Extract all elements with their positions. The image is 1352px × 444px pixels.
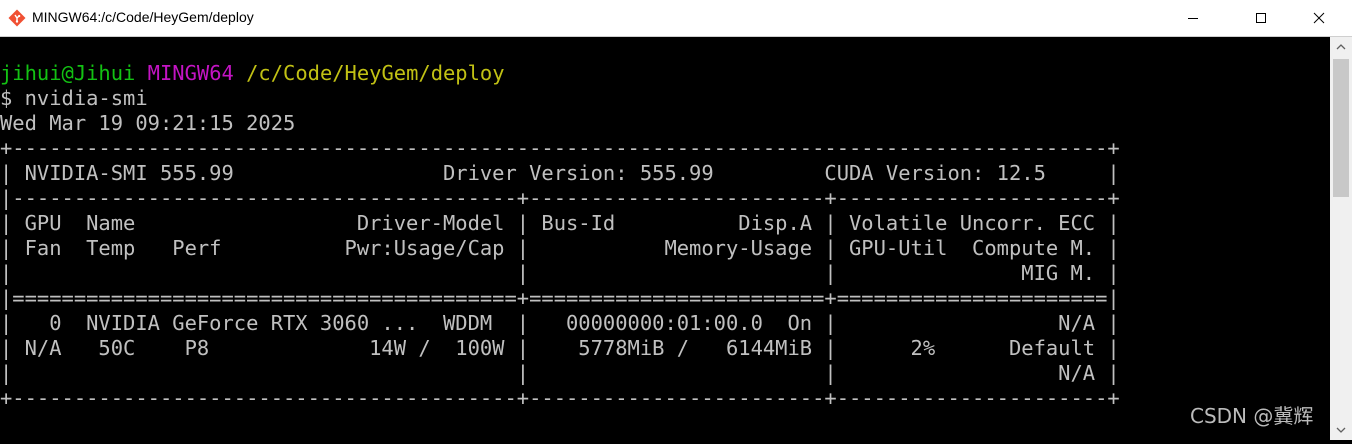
smi-gpu-row-3: | | | N/A | [0, 361, 1120, 385]
window-title: MINGW64:/c/Code/HeyGem/deploy [32, 9, 254, 25]
scroll-down-icon [1336, 427, 1346, 433]
command-line: $ nvidia-smi [0, 86, 148, 110]
prompt-shell: MINGW64 [147, 61, 234, 85]
maximize-icon [1256, 13, 1266, 23]
smi-version-row: | NVIDIA-SMI 555.99 Driver Version: 555.… [0, 161, 1120, 185]
scroll-down-button[interactable] [1330, 420, 1352, 440]
csdn-watermark: CSDN @冀辉 [1190, 404, 1314, 428]
smi-header-row-3: | | | MIG M. | [0, 261, 1120, 285]
minimize-button[interactable] [1170, 0, 1216, 36]
vertical-scrollbar[interactable] [1330, 37, 1352, 440]
close-button[interactable] [1296, 0, 1342, 36]
smi-header-row-1: | GPU Name Driver-Model | Bus-Id Disp.A … [0, 211, 1120, 235]
git-bash-icon [8, 9, 26, 27]
smi-gpu-row-1: | 0 NVIDIA GeForce RTX 3060 ... WDDM | 0… [0, 311, 1120, 335]
prompt-user-host: jihui@Jihui [0, 61, 136, 85]
smi-border-bottom: +---------------------------------------… [0, 386, 1120, 410]
prompt-line: jihui@Jihui MINGW64 /c/Code/HeyGem/deplo… [0, 61, 505, 86]
scroll-up-icon [1336, 44, 1346, 50]
maximize-button[interactable] [1238, 0, 1284, 36]
window-titlebar[interactable]: MINGW64:/c/Code/HeyGem/deploy [0, 0, 1352, 37]
smi-header-row-2: | Fan Temp Perf Pwr:Usage/Cap | Memory-U… [0, 236, 1120, 260]
smi-gpu-row-2: | N/A 50C P8 14W / 100W | 5778MiB / 6144… [0, 336, 1120, 360]
terminal-output[interactable]: jihui@Jihui MINGW64 /c/Code/HeyGem/deplo… [0, 37, 1330, 440]
close-icon [1313, 12, 1325, 24]
minimize-icon [1188, 18, 1198, 19]
smi-separator: |---------------------------------------… [0, 186, 1120, 210]
date-output: Wed Mar 19 09:21:15 2025 [0, 111, 296, 135]
smi-border-top: +---------------------------------------… [0, 136, 1120, 160]
smi-header-divider: |=======================================… [0, 286, 1120, 310]
scrollbar-thumb[interactable] [1333, 59, 1349, 197]
prompt-path: /c/Code/HeyGem/deploy [246, 61, 505, 85]
scroll-up-button[interactable] [1330, 37, 1352, 57]
